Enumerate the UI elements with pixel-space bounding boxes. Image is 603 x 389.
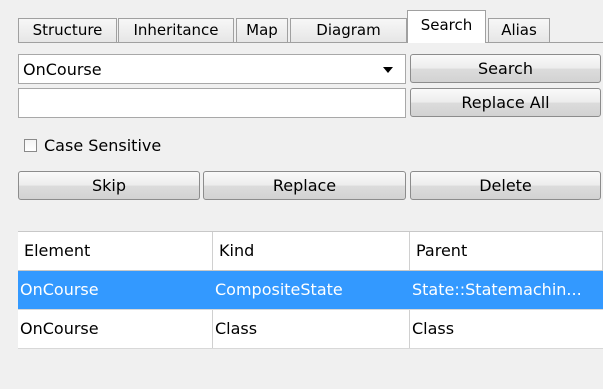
column-header-kind[interactable]: Kind — [213, 232, 410, 270]
tab-structure[interactable]: Structure — [18, 18, 117, 42]
search-panel: Structure Inheritance Map Diagram Search… — [0, 0, 603, 389]
cell-element: OnCourse — [18, 310, 213, 348]
cell-parent: State::Statemachin... — [412, 280, 582, 299]
chevron-down-icon[interactable] — [383, 67, 393, 73]
cell-element: OnCourse — [18, 271, 213, 309]
column-header-parent[interactable]: Parent — [410, 232, 603, 270]
replace-all-button[interactable]: Replace All — [410, 88, 601, 117]
tab-diagram[interactable]: Diagram — [290, 18, 407, 42]
table-row[interactable]: OnCourse Class Class — [18, 310, 603, 349]
tab-map[interactable]: Map — [236, 18, 288, 42]
search-combo[interactable]: OnCourse — [18, 54, 406, 84]
skip-button[interactable]: Skip — [18, 171, 200, 200]
tab-search[interactable]: Search — [407, 10, 486, 43]
case-sensitive-checkbox[interactable] — [24, 139, 37, 152]
tab-alias[interactable]: Alias — [488, 18, 550, 42]
search-button[interactable]: Search — [410, 54, 601, 83]
search-combo-value: OnCourse — [23, 60, 102, 79]
replace-input[interactable] — [18, 88, 406, 118]
cell-kind: CompositeState — [213, 271, 410, 309]
case-sensitive-label: Case Sensitive — [44, 136, 162, 155]
tab-divider — [18, 42, 603, 43]
cell-parent: Class — [412, 319, 455, 338]
results-table: Element Kind Parent OnCourse CompositeSt… — [18, 231, 603, 349]
replace-button[interactable]: Replace — [203, 171, 406, 200]
table-row[interactable]: OnCourse CompositeState State::Statemach… — [18, 271, 603, 310]
delete-button[interactable]: Delete — [410, 171, 601, 200]
cell-kind: Class — [213, 310, 410, 348]
table-header: Element Kind Parent — [18, 231, 603, 271]
column-header-element[interactable]: Element — [18, 232, 213, 270]
tab-inheritance[interactable]: Inheritance — [118, 18, 234, 42]
